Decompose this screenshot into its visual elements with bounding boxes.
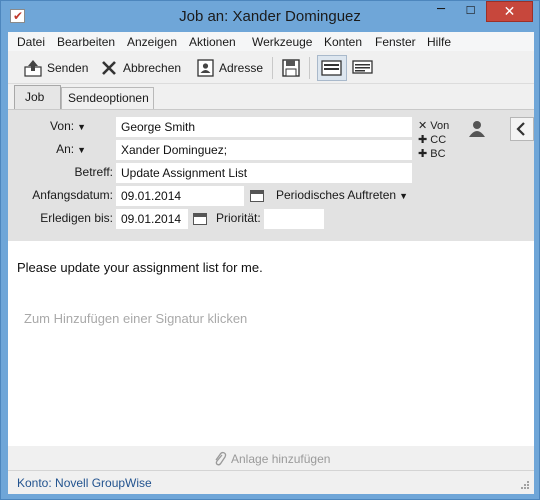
add-bc-link[interactable]: ✚ BC (418, 147, 446, 160)
menu-konten[interactable]: Konten (324, 35, 362, 49)
send-icon (23, 58, 43, 78)
message-body[interactable]: Please update your assignment list for m… (8, 241, 534, 446)
menu-fenster[interactable]: Fenster (375, 35, 416, 49)
compose-window: ✔ Job an: Xander Dominguez ─ ☐ ✕ Datei B… (0, 0, 540, 500)
attachment-bar: Anlage hinzufügen (8, 446, 534, 470)
tab-sendeoptionen[interactable]: Sendeoptionen (61, 87, 154, 109)
message-text[interactable]: Please update your assignment list for m… (17, 260, 263, 275)
chevron-left-icon (516, 122, 525, 136)
tab-bar: Job Sendeoptionen (8, 85, 534, 109)
address-button[interactable]: Adresse (195, 56, 263, 80)
save-button[interactable] (281, 56, 305, 80)
add-signature-placeholder[interactable]: Zum Hinzufügen einer Signatur klicken (24, 311, 247, 326)
start-date-label: Anfangsdatum: (32, 188, 113, 202)
due-date-label: Erledigen bis: (40, 211, 113, 225)
attach-label: Anlage hinzufügen (231, 452, 331, 466)
to-field[interactable]: Xander Dominguez; (116, 140, 412, 160)
side-panel-toggle-button[interactable] (510, 117, 534, 141)
address-label: Adresse (219, 61, 264, 75)
account-status: Konto: Novell GroupWise (17, 476, 152, 490)
resize-grip-icon[interactable] (520, 480, 530, 490)
menu-datei[interactable]: Datei (17, 35, 45, 49)
title-bar: ✔ Job an: Xander Dominguez ─ ☐ ✕ (1, 1, 539, 32)
paperclip-icon (215, 451, 227, 466)
add-attachment-button[interactable]: Anlage hinzufügen (213, 451, 330, 467)
cancel-icon (99, 58, 119, 78)
priority-field[interactable] (264, 209, 324, 229)
view-mode-1-button[interactable] (317, 55, 347, 81)
from-field[interactable]: George Smith (116, 117, 412, 137)
status-bar: Konto: Novell GroupWise (8, 470, 534, 494)
maximize-button[interactable]: ☐ (457, 1, 484, 22)
layout-view-icon (321, 60, 342, 76)
send-button[interactable]: Senden (23, 56, 88, 80)
recurring-dropdown[interactable]: Periodisches Auftreten ▼ (276, 188, 408, 202)
toolbar-separator (272, 57, 273, 79)
due-date-field[interactable]: 09.01.2014 (116, 209, 188, 229)
address-book-icon (195, 58, 215, 78)
text-view-icon (352, 60, 373, 74)
floppy-disk-icon (281, 58, 301, 78)
close-button[interactable]: ✕ (486, 1, 533, 22)
dropdown-arrow-icon: ▼ (77, 145, 86, 155)
add-cc-link[interactable]: ✚ CC (418, 133, 446, 146)
toolbar: Senden Abbrechen Adresse (8, 52, 534, 84)
calendar-icon[interactable] (193, 213, 207, 225)
window-client: Datei Bearbeiten Anzeigen Aktionen Werkz… (8, 32, 534, 494)
start-date-field[interactable]: 09.01.2014 (116, 186, 244, 206)
send-label: Senden (47, 61, 89, 75)
from-label[interactable]: Von: ▼ (28, 119, 86, 133)
minimize-button[interactable]: ─ (427, 1, 455, 22)
cancel-label: Abbrechen (123, 61, 182, 75)
toolbar-separator (309, 57, 310, 79)
tab-job[interactable]: Job (14, 85, 61, 109)
contact-icon[interactable] (468, 120, 486, 141)
dropdown-arrow-icon: ▼ (399, 191, 408, 201)
message-header: Von: ▼ George Smith An: ▼ Xander Dominguez… (8, 109, 534, 241)
to-label[interactable]: An: ▼ (28, 142, 86, 156)
calendar-icon[interactable] (250, 190, 264, 202)
remove-from-link[interactable]: ✕ Von (418, 119, 449, 132)
priority-label: Priorität: (216, 211, 261, 225)
menu-werkzeuge[interactable]: Werkzeuge (252, 35, 312, 49)
menu-aktionen[interactable]: Aktionen (189, 35, 236, 49)
subject-field[interactable]: Update Assignment List (116, 163, 412, 183)
view-mode-2-button[interactable] (349, 55, 379, 81)
menu-hilfe[interactable]: Hilfe (427, 35, 451, 49)
cancel-button[interactable]: Abbrechen (99, 56, 181, 80)
subject-label: Betreff: (74, 165, 113, 179)
menu-bearbeiten[interactable]: Bearbeiten (57, 35, 115, 49)
menu-bar: Datei Bearbeiten Anzeigen Aktionen Werkz… (8, 32, 534, 51)
dropdown-arrow-icon: ▼ (77, 122, 86, 132)
menu-anzeigen[interactable]: Anzeigen (127, 35, 177, 49)
